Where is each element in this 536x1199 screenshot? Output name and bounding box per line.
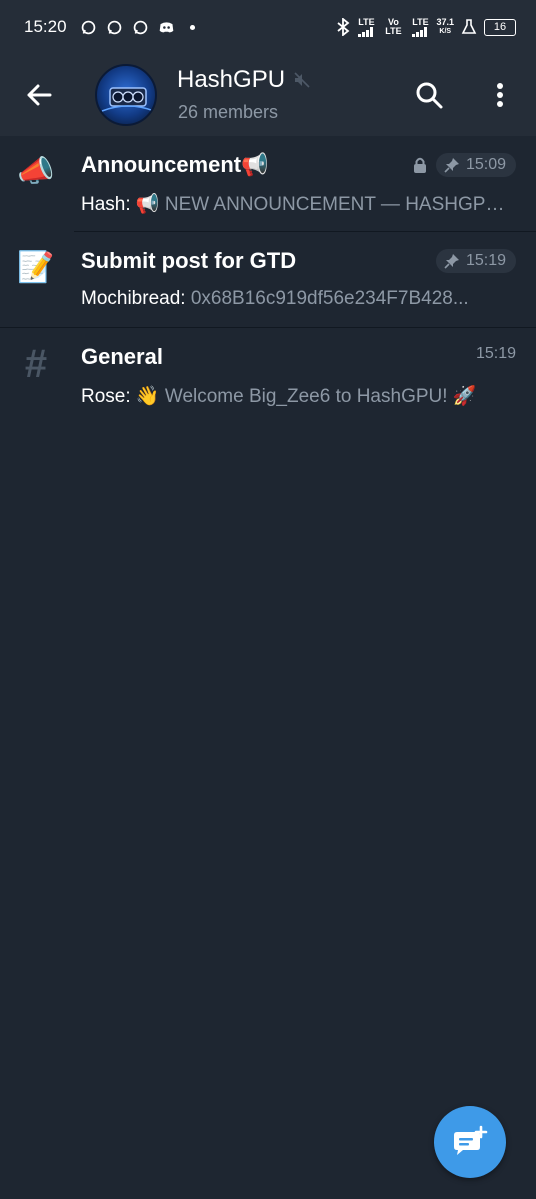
- chat-header: HashGPU 26 members: [0, 54, 536, 136]
- topic-row-submit-post[interactable]: 📝 Submit post for GTD 15:19 Mochibread: …: [0, 232, 536, 328]
- topic-list: 📣 Announcement📢 15:09 Hash: 📢 NEW ANNOUN…: [0, 136, 536, 424]
- memo-icon: 📝: [17, 251, 55, 284]
- pin-icon: [444, 254, 459, 269]
- preview-text: 0x68B16c919df56e234F7B428...: [190, 288, 469, 309]
- hashtag-icon: #: [24, 342, 48, 386]
- network-speed: 37.1 K/S: [436, 17, 454, 36]
- group-avatar[interactable]: [95, 64, 157, 126]
- preview-text: 📢 NEW ANNOUNCEMENT — HASHGPU...: [135, 194, 511, 215]
- flask-icon: [461, 19, 477, 34]
- topic-title: Announcement📢: [81, 152, 269, 177]
- chat-bubble-icon: [133, 20, 147, 34]
- topic-title: General: [81, 344, 163, 369]
- chat-bubble-icon: [107, 20, 121, 34]
- status-time: 15:20: [24, 17, 67, 36]
- back-arrow-icon[interactable]: [24, 80, 54, 110]
- new-topic-icon: [454, 1125, 488, 1155]
- topic-meta: 15:09: [412, 153, 516, 177]
- topic-meta: 15:19: [435, 249, 516, 273]
- status-bar: 15:20 LTE Vo LTE LTE 37.1 K/S 16: [0, 0, 536, 54]
- topic-time: 15:09: [465, 156, 506, 173]
- notification-dot-icon: [189, 24, 195, 30]
- new-topic-button[interactable]: [434, 1106, 506, 1178]
- lock-icon: [413, 157, 426, 173]
- topic-meta: 15:19: [476, 345, 516, 363]
- member-count: 26 members: [178, 102, 279, 122]
- topic-time: 15:19: [475, 345, 516, 362]
- discord-icon: [159, 21, 173, 32]
- lte-signal-2: LTE: [411, 17, 429, 37]
- volte-indicator: Vo LTE: [385, 17, 402, 36]
- lte-signal-1: LTE: [357, 17, 375, 37]
- more-options-icon[interactable]: [488, 80, 512, 110]
- topic-preview: Rose: 👋 Welcome Big_Zee6 to HashGPU! 🚀: [81, 384, 511, 408]
- pinned-chip: 15:09: [435, 153, 516, 177]
- chat-title[interactable]: HashGPU: [177, 66, 311, 94]
- preview-sender: Rose:: [81, 386, 136, 407]
- chat-bubble-icon: [81, 20, 95, 34]
- gpu-icon: [101, 87, 155, 112]
- signal-bars-icon: [358, 26, 374, 37]
- topic-row-general[interactable]: # General 15:19 Rose: 👋 Welcome Big_Zee6…: [0, 328, 536, 424]
- preview-sender: Hash:: [81, 194, 136, 215]
- topic-title: Submit post for GTD: [81, 248, 297, 273]
- muted-speaker-icon: [294, 72, 310, 88]
- preview-text: 👋 Welcome Big_Zee6 to HashGPU! 🚀: [135, 386, 477, 407]
- preview-sender: Mochibread:: [81, 288, 191, 309]
- topic-time: 15:19: [465, 252, 506, 269]
- topic-preview: Mochibread: 0x68B16c919df56e234F7B428...: [81, 288, 511, 310]
- pinned-chip: 15:19: [435, 249, 516, 273]
- battery-indicator: 16: [484, 18, 516, 36]
- megaphone-icon: 📣: [17, 155, 55, 188]
- topic-row-announcement[interactable]: 📣 Announcement📢 15:09 Hash: 📢 NEW ANNOUN…: [0, 136, 536, 232]
- signal-bars-icon: [412, 26, 428, 37]
- group-name: HashGPU: [177, 66, 286, 93]
- topic-preview: Hash: 📢 NEW ANNOUNCEMENT — HASHGPU...: [81, 192, 511, 216]
- pin-icon: [444, 158, 459, 173]
- bluetooth-icon: [337, 18, 350, 36]
- search-icon[interactable]: [414, 80, 444, 110]
